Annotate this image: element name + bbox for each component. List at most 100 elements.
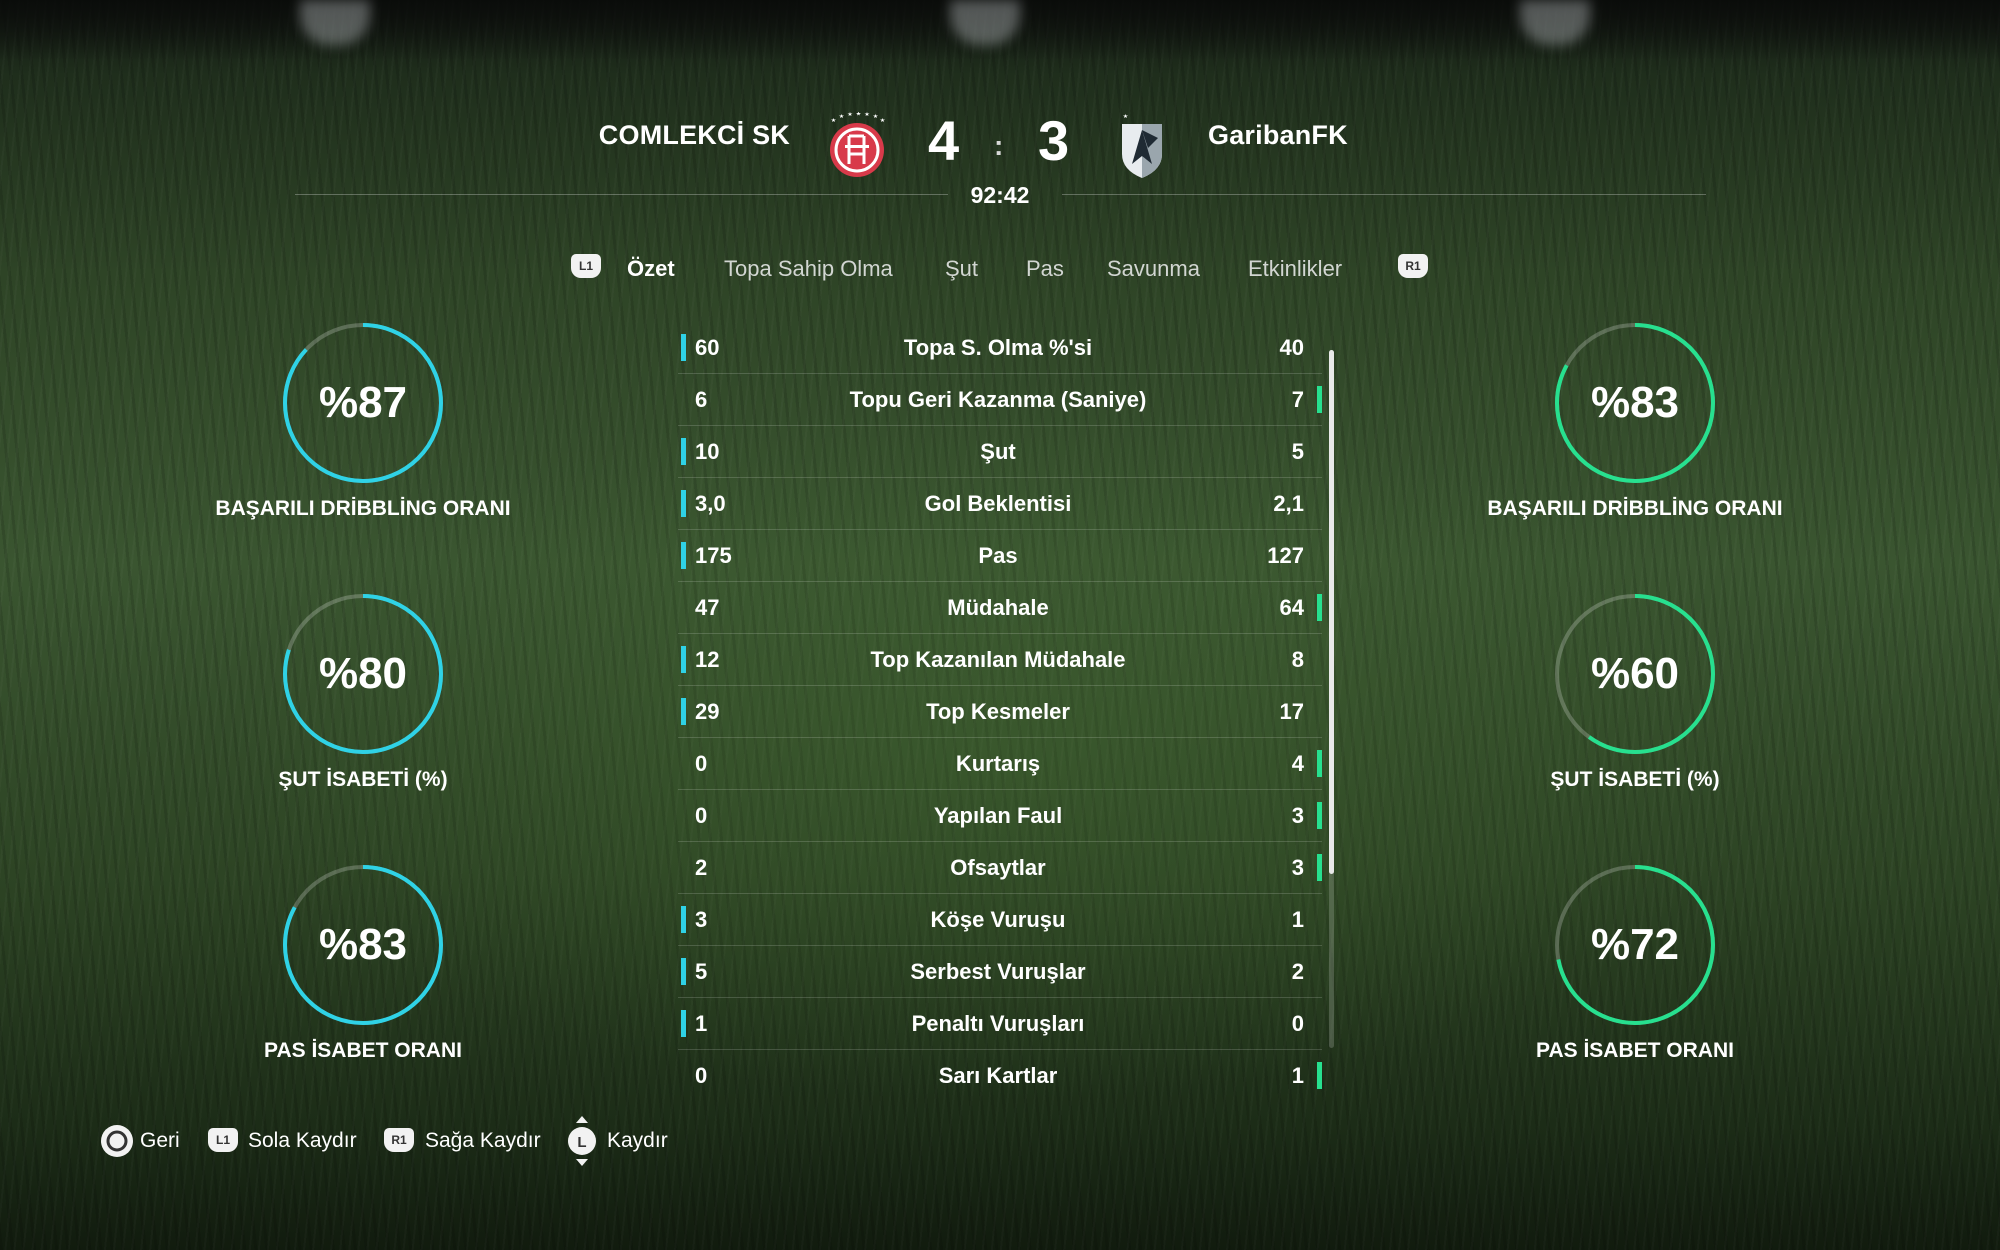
stat-name: Top Kazanılan Müdahale [870, 647, 1126, 672]
home-team-name: COMLEKCİ SK [598, 120, 790, 150]
home-stat-value: 2 [695, 855, 708, 880]
scroll-label: Kaydır [607, 1129, 668, 1152]
stat-row: 47 Müdahale 64 [678, 582, 1322, 634]
gauge-value: %72 [1590, 920, 1680, 969]
away-stat-value: 5 [1291, 439, 1304, 464]
circle-button-icon [101, 1125, 133, 1157]
away-leader-bar [1317, 750, 1322, 777]
away-stat-value: 4 [1291, 751, 1304, 776]
home-stat-value: 1 [695, 1011, 708, 1036]
away-stat-value: 1 [1291, 1063, 1304, 1088]
stat-row: 1 Penaltı Vuruşları 0 [678, 998, 1322, 1050]
away-stat-value: 0 [1291, 1011, 1304, 1036]
stat-name: Kurtarış [955, 751, 1041, 776]
tab-ozet[interactable]: Özet [627, 256, 675, 282]
away-stat-value: 8 [1291, 647, 1304, 672]
stat-row: 6 Topu Geri Kazanma (Saniye) 7 [678, 374, 1322, 426]
away-stat-value: 3 [1291, 803, 1304, 828]
away-stat-value: 17 [1279, 699, 1304, 724]
r1-button-icon: R1 [384, 1128, 414, 1152]
score-separator: : [994, 130, 1004, 161]
away-stat-value: 40 [1279, 335, 1304, 360]
away-team-name: GaribanFK [1208, 120, 1348, 150]
home-pass-accuracy-gauge: %83 [278, 860, 448, 1030]
stat-name: Gol Beklentisi [924, 491, 1072, 516]
home-leader-bar [681, 1010, 686, 1037]
stat-name: Topu Geri Kazanma (Saniye) [849, 387, 1147, 412]
stat-row: 12 Top Kazanılan Müdahale 8 [678, 634, 1322, 686]
left-stick-icon: L [568, 1116, 596, 1166]
gauge-value: %83 [1590, 378, 1680, 427]
tab-etkinlikler[interactable]: Etkinlikler [1248, 256, 1342, 282]
stat-name: Pas [978, 543, 1018, 568]
stat-name: Şut [980, 439, 1016, 464]
tab-pas[interactable]: Pas [1026, 256, 1064, 282]
button-prompts: Geri L1 Sola Kaydır R1 Sağa Kaydır L Kay… [0, 1116, 900, 1166]
stat-name: Müdahale [947, 595, 1049, 620]
tab-savunma[interactable]: Savunma [1107, 256, 1200, 282]
home-leader-bar [681, 334, 686, 361]
stat-row: 3,0 Gol Beklentisi 2,1 [678, 478, 1322, 530]
away-stat-value: 2,1 [1273, 491, 1304, 516]
stat-row: 10 Şut 5 [678, 426, 1322, 478]
back-prompt[interactable]: Geri [100, 1124, 180, 1160]
away-shot-accuracy-label: ŞUT İSABETİ (%) [1550, 768, 1720, 791]
away-dribbling-gauge: %83 [1550, 318, 1720, 488]
away-team-crest [1118, 108, 1166, 185]
home-stat-value: 3 [695, 907, 708, 932]
away-shot-accuracy-gauge: %60 [1550, 589, 1720, 759]
home-leader-bar [681, 646, 686, 673]
stat-row: 0 Sarı Kartlar 1 [678, 1050, 1322, 1101]
stat-row: 29 Top Kesmeler 17 [678, 686, 1322, 738]
back-label: Geri [140, 1129, 180, 1152]
stat-row: 3 Köşe Vuruşu 1 [678, 894, 1322, 946]
stats-scrollbar-thumb[interactable] [1329, 350, 1334, 874]
r1-button-icon[interactable]: R1 [1398, 254, 1428, 278]
home-leader-bar [681, 490, 686, 517]
home-stat-value: 175 [695, 543, 732, 568]
gauge-value: %87 [318, 378, 408, 427]
home-dribbling-gauge: %87 [278, 318, 448, 488]
away-stat-value: 64 [1279, 595, 1304, 620]
home-stat-value: 6 [695, 387, 708, 412]
home-leader-bar [681, 958, 686, 985]
away-leader-bar [1317, 386, 1322, 413]
stat-name: Ofsaytlar [950, 855, 1046, 880]
l1-button-icon[interactable]: L1 [571, 254, 601, 278]
home-leader-bar [681, 906, 686, 933]
away-pass-accuracy-gauge: %72 [1550, 860, 1720, 1030]
home-leader-bar [681, 542, 686, 569]
stats-table[interactable]: 60 Topa S. Olma %'si 40 6 Topu Geri Kazanma… [678, 322, 1322, 1101]
home-stat-value: 0 [695, 1063, 708, 1088]
away-pass-accuracy-label: PAS İSABET ORANI [1536, 1039, 1734, 1062]
home-stat-value: 60 [695, 335, 720, 360]
stats-tab-bar: L1 Özet Topa Sahip Olma Şut Pas Savunma … [0, 252, 2000, 292]
away-dribbling-label: BAŞARILI DRİBBLİNG ORANI [1487, 497, 1783, 520]
svg-text:L: L [577, 1134, 586, 1151]
home-team-crest [826, 111, 888, 183]
home-stat-value: 47 [695, 595, 720, 620]
tab-sut[interactable]: Şut [945, 256, 978, 282]
stat-row: 5 Serbest Vuruşlar 2 [678, 946, 1322, 998]
home-stat-value: 3,0 [695, 491, 726, 516]
away-leader-bar [1317, 594, 1322, 621]
match-clock: 92:42 [970, 182, 1030, 208]
away-leader-bar [1317, 854, 1322, 881]
home-pass-accuracy-label: PAS İSABET ORANI [264, 1039, 462, 1062]
stat-row: 2 Ofsaytlar 3 [678, 842, 1322, 894]
away-leader-bar [1317, 802, 1322, 829]
stat-name: Köşe Vuruşu [930, 907, 1066, 932]
home-score: 4 [928, 109, 960, 172]
stat-row: 0 Kurtarış 4 [678, 738, 1322, 790]
stat-row: 60 Topa S. Olma %'si 40 [678, 322, 1322, 374]
home-stat-value: 10 [695, 439, 720, 464]
home-stat-value: 5 [695, 959, 708, 984]
stat-name: Serbest Vuruşlar [910, 959, 1086, 984]
stat-row: 0 Yapılan Faul 3 [678, 790, 1322, 842]
stat-name: Penaltı Vuruşları [911, 1011, 1085, 1036]
home-stat-value: 0 [695, 751, 708, 776]
tab-topa-sahip-olma[interactable]: Topa Sahip Olma [724, 256, 893, 282]
home-dribbling-label: BAŞARILI DRİBBLİNG ORANI [215, 497, 511, 520]
scroll-right-label: Sağa Kaydır [425, 1129, 541, 1152]
stat-name: Top Kesmeler [926, 699, 1070, 724]
